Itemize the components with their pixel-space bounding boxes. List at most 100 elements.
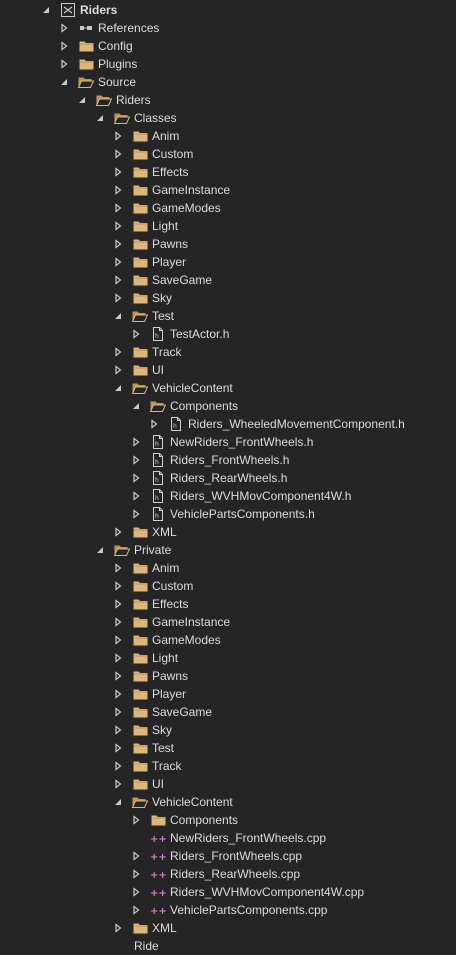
tree-row[interactable]: Track <box>0 757 456 775</box>
tree-row[interactable]: Anim <box>0 559 456 577</box>
expand-arrow-icon[interactable] <box>94 112 106 124</box>
collapse-arrow-icon[interactable] <box>130 328 142 340</box>
tree-row[interactable]: Riders <box>0 1 456 19</box>
expand-arrow-icon[interactable] <box>76 94 88 106</box>
tree-row[interactable]: GameInstance <box>0 181 456 199</box>
collapse-arrow-icon[interactable] <box>112 256 124 268</box>
collapse-arrow-icon[interactable] <box>112 184 124 196</box>
collapse-arrow-icon[interactable] <box>148 418 160 430</box>
collapse-arrow-icon[interactable] <box>112 724 124 736</box>
tree-row[interactable]: SaveGame <box>0 703 456 721</box>
collapse-arrow-icon[interactable] <box>112 634 124 646</box>
collapse-arrow-icon[interactable] <box>58 22 70 34</box>
collapse-arrow-icon[interactable] <box>112 526 124 538</box>
expand-arrow-icon[interactable] <box>40 4 52 16</box>
tree-row[interactable]: h Riders_FrontWheels.h <box>0 451 456 469</box>
collapse-arrow-icon[interactable] <box>130 454 142 466</box>
tree-row[interactable]: h Riders_WheeledMovementComponent.h <box>0 415 456 433</box>
collapse-arrow-icon[interactable] <box>112 130 124 142</box>
collapse-arrow-icon[interactable] <box>130 814 142 826</box>
tree-row[interactable]: Sky <box>0 721 456 739</box>
tree-row[interactable]: Anim <box>0 127 456 145</box>
tree-row[interactable]: ++ Riders_WVHMovComponent4W.cpp <box>0 883 456 901</box>
tree-row[interactable]: Private <box>0 541 456 559</box>
collapse-arrow-icon[interactable] <box>130 472 142 484</box>
collapse-arrow-icon[interactable] <box>112 148 124 160</box>
collapse-arrow-icon[interactable] <box>112 670 124 682</box>
tree-row[interactable]: Riders <box>0 91 456 109</box>
tree-row[interactable]: VehicleContent <box>0 793 456 811</box>
tree-row[interactable]: Player <box>0 253 456 271</box>
expand-arrow-icon[interactable] <box>58 76 70 88</box>
collapse-arrow-icon[interactable] <box>58 58 70 70</box>
tree-row[interactable]: Track <box>0 343 456 361</box>
tree-row[interactable]: GameModes <box>0 631 456 649</box>
collapse-arrow-icon[interactable] <box>112 292 124 304</box>
tree-row[interactable]: Pawns <box>0 235 456 253</box>
tree-row[interactable]: h VehiclePartsComponents.h <box>0 505 456 523</box>
tree-row[interactable]: UI <box>0 361 456 379</box>
tree-row[interactable]: h Riders_WVHMovComponent4W.h <box>0 487 456 505</box>
tree-row[interactable]: GameModes <box>0 199 456 217</box>
collapse-arrow-icon[interactable] <box>130 436 142 448</box>
collapse-arrow-icon[interactable] <box>112 616 124 628</box>
tree-row[interactable]: XML <box>0 523 456 541</box>
collapse-arrow-icon[interactable] <box>112 652 124 664</box>
tree-row[interactable]: h Riders_RearWheels.h <box>0 469 456 487</box>
tree-row[interactable]: Effects <box>0 163 456 181</box>
expand-arrow-icon[interactable] <box>112 796 124 808</box>
collapse-arrow-icon[interactable] <box>112 364 124 376</box>
collapse-arrow-icon[interactable] <box>130 868 142 880</box>
collapse-arrow-icon[interactable] <box>130 508 142 520</box>
tree-row[interactable]: Config <box>0 37 456 55</box>
collapse-arrow-icon[interactable] <box>58 40 70 52</box>
tree-row[interactable]: ++ Riders_RearWheels.cpp <box>0 865 456 883</box>
tree-row[interactable]: References <box>0 19 456 37</box>
collapse-arrow-icon[interactable] <box>112 166 124 178</box>
tree-row[interactable]: Components <box>0 811 456 829</box>
collapse-arrow-icon[interactable] <box>112 760 124 772</box>
tree-row[interactable]: GameInstance <box>0 613 456 631</box>
collapse-arrow-icon[interactable] <box>112 922 124 934</box>
collapse-arrow-icon[interactable] <box>130 904 142 916</box>
tree-row[interactable]: Custom <box>0 577 456 595</box>
expand-arrow-icon[interactable] <box>112 310 124 322</box>
tree-row[interactable]: Components <box>0 397 456 415</box>
tree-row[interactable]: Sky <box>0 289 456 307</box>
tree-row[interactable]: Classes <box>0 109 456 127</box>
collapse-arrow-icon[interactable] <box>130 886 142 898</box>
tree-row[interactable]: ++ VehiclePartsComponents.cpp <box>0 901 456 919</box>
tree-row[interactable]: VehicleContent <box>0 379 456 397</box>
tree-row[interactable]: Ride <box>0 937 456 955</box>
tree-row[interactable]: Test <box>0 307 456 325</box>
collapse-arrow-icon[interactable] <box>112 742 124 754</box>
collapse-arrow-icon[interactable] <box>112 562 124 574</box>
tree-row[interactable]: Test <box>0 739 456 757</box>
collapse-arrow-icon[interactable] <box>112 706 124 718</box>
collapse-arrow-icon[interactable] <box>112 778 124 790</box>
tree-row[interactable]: Light <box>0 217 456 235</box>
collapse-arrow-icon[interactable] <box>112 580 124 592</box>
tree-row[interactable]: Custom <box>0 145 456 163</box>
collapse-arrow-icon[interactable] <box>112 346 124 358</box>
expand-arrow-icon[interactable] <box>94 544 106 556</box>
collapse-arrow-icon[interactable] <box>130 850 142 862</box>
tree-row[interactable]: UI <box>0 775 456 793</box>
tree-row[interactable]: h NewRiders_FrontWheels.h <box>0 433 456 451</box>
tree-row[interactable]: Light <box>0 649 456 667</box>
expand-arrow-icon[interactable] <box>112 382 124 394</box>
tree-row[interactable]: ++ Riders_FrontWheels.cpp <box>0 847 456 865</box>
tree-row[interactable]: Pawns <box>0 667 456 685</box>
collapse-arrow-icon[interactable] <box>112 274 124 286</box>
tree-row[interactable]: XML <box>0 919 456 937</box>
collapse-arrow-icon[interactable] <box>112 220 124 232</box>
tree-row[interactable]: Effects <box>0 595 456 613</box>
collapse-arrow-icon[interactable] <box>112 238 124 250</box>
tree-row[interactable]: ++ NewRiders_FrontWheels.cpp <box>0 829 456 847</box>
expand-arrow-icon[interactable] <box>130 400 142 412</box>
collapse-arrow-icon[interactable] <box>112 202 124 214</box>
collapse-arrow-icon[interactable] <box>112 598 124 610</box>
tree-row[interactable]: Plugins <box>0 55 456 73</box>
tree-row[interactable]: Source <box>0 73 456 91</box>
tree-row[interactable]: SaveGame <box>0 271 456 289</box>
